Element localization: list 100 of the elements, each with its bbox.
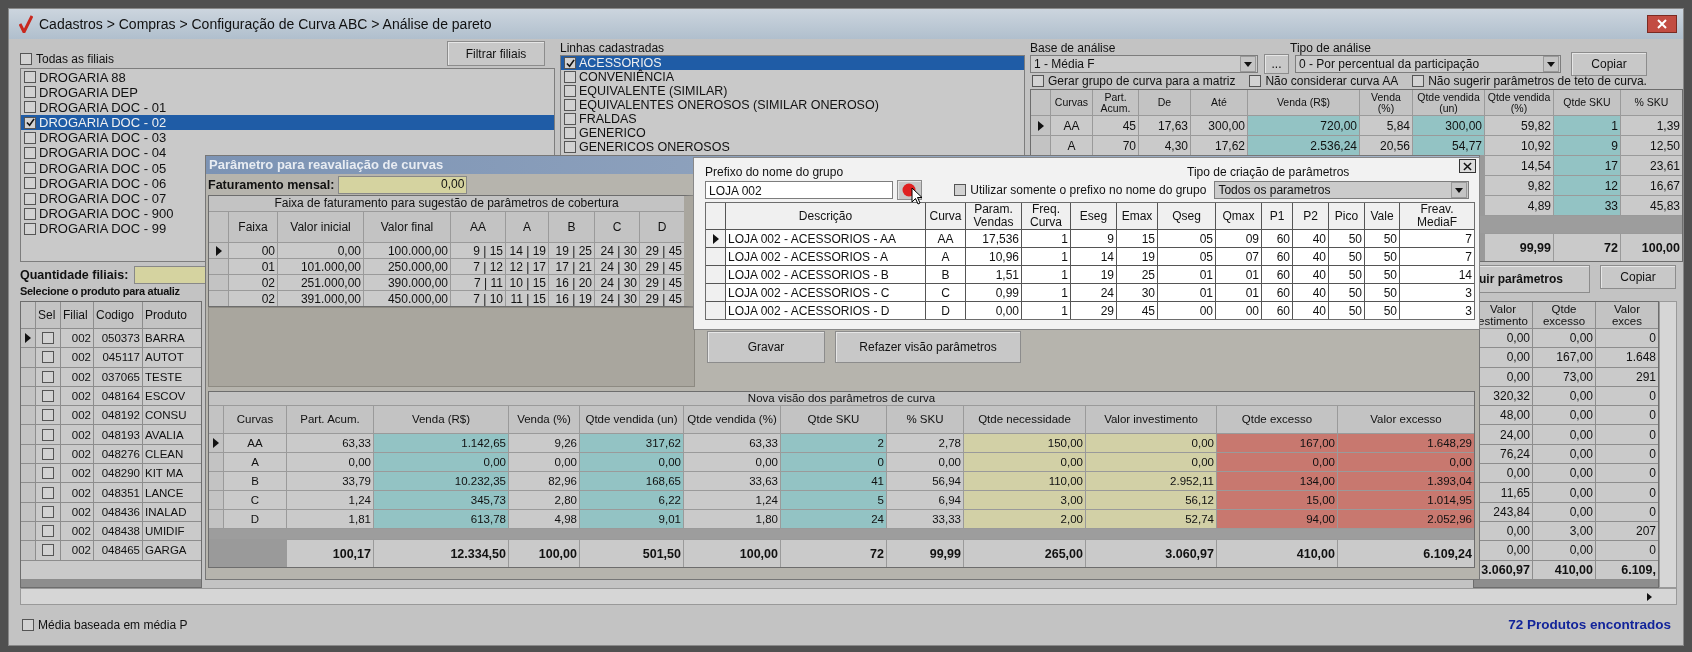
column-header: % SKU (1621, 90, 1682, 115)
table-cell: 048290 (94, 464, 142, 483)
table-cell: 7 (1400, 248, 1474, 265)
table-cell: 73,00 (1533, 367, 1595, 386)
table-cell: CLEAN (143, 444, 201, 464)
table-cell: 50 (1365, 248, 1399, 265)
table-cell: 0,00 (509, 453, 579, 471)
table-cell: AA (926, 230, 965, 247)
table-cell: 24 | 30 (595, 243, 639, 258)
column-header: Valor exces (1596, 302, 1658, 328)
table-cell: 19 | 25 (549, 243, 594, 258)
table-cell: 168,65 (580, 472, 683, 490)
table-cell: CONSU (143, 406, 201, 425)
column-header: Venda (%) (509, 406, 579, 433)
total-cell: 501,50 (580, 540, 683, 567)
table-cell: 391.000,00 (278, 291, 363, 306)
table-cell: 40 (1293, 284, 1328, 301)
table-cell: 54,77 (1413, 136, 1484, 155)
checkbox-label: Gerar grupo de curva para a matriz (1048, 74, 1236, 88)
table-cell: 94,00 (1217, 510, 1337, 528)
table-cell: LOJA 002 - ACESSORIOS - C (726, 284, 925, 301)
table-cell: 01 (229, 259, 277, 274)
table-cell: AUTOT (143, 348, 201, 367)
table-cell: 24 (1071, 284, 1116, 301)
table-cell: 0,00 (1533, 444, 1595, 464)
table-cell: 291 (1596, 367, 1658, 386)
table-cell: 10,92 (1485, 136, 1553, 155)
table-cell: 5,84 (1360, 116, 1412, 135)
checkbox-label: Não considerar curva AA (1265, 74, 1399, 88)
column-header: Freq. Curva (1022, 203, 1070, 229)
table-cell: 7 | 10 (451, 291, 505, 306)
field-label: Base de análise (1030, 41, 1117, 53)
table-cell: 24 | 30 (595, 275, 639, 290)
table-cell: 1.648 (1596, 348, 1658, 367)
column-header: Descrição (726, 203, 925, 229)
column-header: Vale (1365, 203, 1399, 229)
table-cell: 4,89 (1485, 196, 1553, 215)
table-cell: BARRA (143, 329, 201, 348)
table-cell: 50 (1329, 248, 1364, 265)
checkbox-label: Média baseada em média P (38, 617, 188, 632)
total-cell: 99,99 (887, 540, 963, 567)
table-cell: 40 (1293, 230, 1328, 247)
total-cell: 100,00 (684, 540, 780, 567)
table-cell: 0,00 (1217, 453, 1337, 471)
table-cell: 0,99 (966, 284, 1021, 301)
table-title: Nova visão dos parâmetros de curva (209, 392, 1474, 405)
table-cell: 450.000,00 (364, 291, 450, 306)
table-cell: 40 (1293, 248, 1328, 265)
table-cell: 134,00 (1217, 472, 1337, 490)
table-cell: 01 (1216, 284, 1261, 301)
column-header: Valor excesso (1338, 406, 1474, 433)
total-cell: 100,00 (1621, 234, 1682, 261)
table-cell: LOJA 002 - ACESSORIOS - B (726, 266, 925, 283)
table-cell: 7 (1400, 230, 1474, 247)
table-cell: 05 (1158, 248, 1215, 265)
table-cell: 3,00 (964, 491, 1085, 509)
table-cell: 4,98 (509, 510, 579, 528)
table-cell: 002 (61, 444, 93, 464)
field-label: Faturamento mensal: (208, 177, 335, 192)
table-cell: 1,24 (684, 491, 780, 509)
table-cell: 250.000,00 (364, 259, 450, 274)
table-cell: 2.536,24 (1248, 136, 1359, 155)
table-title: Faixa de faturamento para sugestão de parâmetros de cobertura (209, 196, 684, 211)
total-cell: 72 (781, 540, 886, 567)
table-cell: 2,78 (887, 434, 963, 452)
table-cell: 345,73 (374, 491, 508, 509)
table-cell: 01 (1216, 266, 1261, 283)
column-header: Curvas (1051, 90, 1092, 115)
table-cell: 33,33 (887, 510, 963, 528)
table-cell: 16 | 20 (549, 275, 594, 290)
table-cell: A (926, 248, 965, 265)
table-cell: 50 (1365, 230, 1399, 247)
table-cell: 02 (229, 275, 277, 290)
table-cell: LOJA 002 - ACESSORIOS - AA (726, 230, 925, 247)
table-cell: 9,01 (580, 510, 683, 528)
table-cell: 0,00 (1533, 329, 1595, 348)
table-cell: 3 (1400, 302, 1474, 319)
table-cell: C (224, 491, 286, 509)
table-cell: 002 (61, 464, 93, 483)
table-cell: 0,00 (374, 453, 508, 471)
table-cell: 002 (61, 502, 93, 521)
table-cell: 2.052,96 (1338, 510, 1474, 528)
table-cell: 16 | 19 (549, 291, 594, 306)
table-cell: 0,00 (887, 453, 963, 471)
column-header: Sel (36, 302, 60, 328)
table-cell: 101.000,00 (278, 259, 363, 274)
table-cell: AVALIA (143, 425, 201, 444)
column-header: Curvas (224, 406, 286, 433)
table-cell: 1,24 (287, 491, 373, 509)
table-cell: 048438 (94, 521, 142, 541)
table-cell: 0 (1596, 464, 1658, 483)
total-cell: 100,00 (509, 540, 579, 567)
column-header: Venda (%) (1360, 90, 1412, 115)
table-cell: 0,00 (1338, 453, 1474, 471)
table-cell: GARGA (143, 541, 201, 560)
total-cell: 265,00 (964, 540, 1085, 567)
column-header: % SKU (887, 406, 963, 433)
table-cell: 7 | 12 (451, 259, 505, 274)
column-header: Qtde necessidade (964, 406, 1085, 433)
table-cell: 60 (1262, 302, 1292, 319)
